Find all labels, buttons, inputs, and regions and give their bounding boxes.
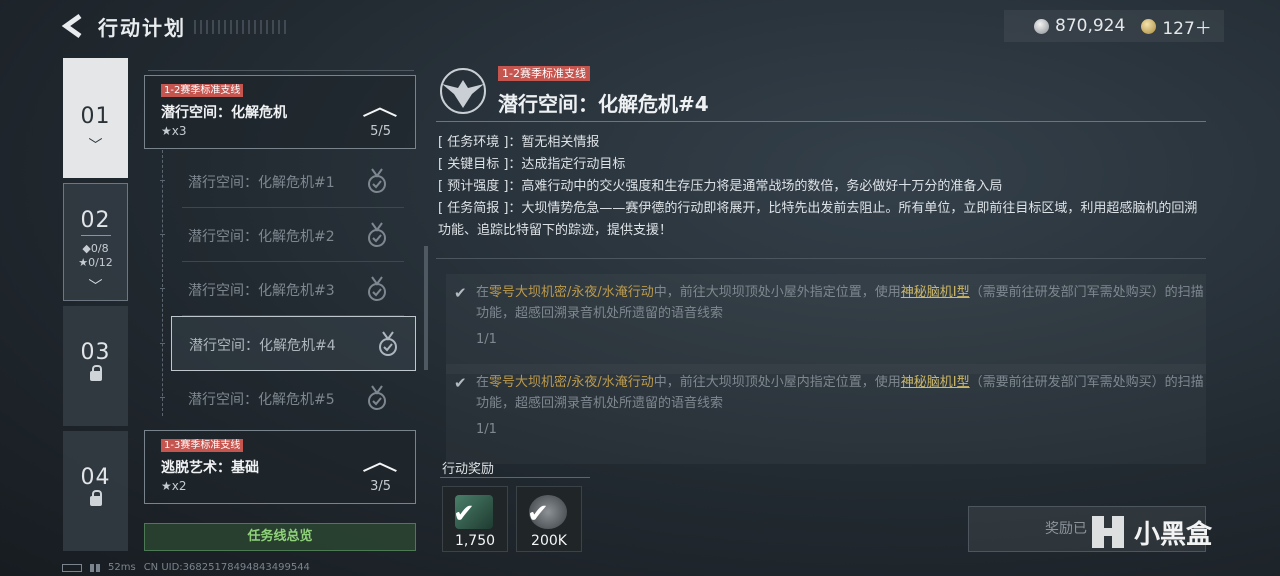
mission-item[interactable]: 潜行空间：化解危机#1	[182, 154, 404, 208]
group-name: 逃脱艺术：基础	[161, 460, 259, 476]
chapter-number: 01	[80, 104, 111, 129]
lock-icon	[89, 365, 102, 381]
info-row: [ 任务简报 ]：大坝情势危急——赛伊德的行动即将展开，比特先出发前去阻止。所有…	[438, 201, 1198, 238]
objective-item: ✔ 在零号大坝机密/永夜/水淹行动中，前往大坝坝顶处小屋外指定位置，使用神秘脑机…	[446, 274, 1206, 374]
tree-node	[160, 288, 165, 289]
medal-check-icon	[368, 276, 386, 301]
info-row: [ 任务环境 ]：暂无相关情报	[438, 135, 600, 150]
diamond-progress: ◆0/8	[82, 242, 109, 255]
group-stars: ★x3	[161, 124, 187, 138]
chevron-up-icon[interactable]: ︿	[362, 441, 398, 478]
mission-group-header[interactable]: 1-3赛季标准支线 逃脱艺术：基础 ★x2 3/5 ︿	[144, 430, 416, 504]
currency-bar: 870,924 127＋	[1004, 10, 1224, 42]
reward-label: 行动奖励	[442, 462, 495, 477]
divider	[440, 477, 590, 478]
season-tag: 1-2赛季标准支线	[161, 84, 244, 97]
chapter-tab-04[interactable]: 04	[63, 431, 128, 551]
objective-text: 在零号大坝机密/永夜/水淹行动中，前往大坝坝顶处小屋外指定位置，使用神秘脑机Ⅰ型…	[476, 285, 1204, 321]
reward-amount: 200K	[531, 533, 567, 549]
back-arrow-icon[interactable]	[60, 12, 86, 40]
mission-item[interactable]: 潜行空间：化解危机#2	[182, 208, 404, 262]
mission-label: 潜行空间：化解危机#2	[188, 229, 335, 245]
page-title: 行动计划	[98, 16, 186, 40]
mission-item-selected[interactable]: 潜行空间：化解危机#4	[171, 316, 416, 371]
chapter-number: 04	[80, 465, 111, 490]
star-progress: ★0/12	[78, 256, 113, 269]
mission-overview-button[interactable]: 任务线总览	[144, 523, 416, 551]
claimed-check-icon: ✔	[527, 499, 549, 529]
chapter-number: 02	[80, 208, 111, 236]
objective-text: 在零号大坝机密/永夜/水淹行动中，前往大坝坝顶处小屋内指定位置，使用神秘脑机Ⅰ型…	[476, 375, 1204, 411]
medal-check-icon	[368, 385, 386, 410]
divider	[436, 258, 1206, 259]
group-progress: 3/5	[370, 479, 391, 494]
divider	[148, 70, 414, 71]
medal-check-icon	[368, 168, 386, 193]
objective-progress: 1/1	[476, 422, 497, 437]
season-tag: 1-2赛季标准支线	[498, 66, 590, 81]
chapter-tab-01[interactable]: 01 ﹀	[63, 58, 128, 178]
mission-item[interactable]: 潜行空间：化解危机#5	[182, 371, 404, 425]
divider	[436, 121, 1206, 122]
tree-node	[160, 234, 165, 235]
claimed-check-icon: ✔	[453, 499, 475, 529]
chevron-up-icon[interactable]: ︿	[362, 86, 398, 123]
chevron-down-icon: ﹀	[88, 279, 103, 295]
mission-label: 潜行空间：化解危机#4	[189, 338, 336, 354]
signal-icon	[90, 563, 100, 572]
reward-item[interactable]: ✔ 1,750	[442, 486, 508, 552]
gold-coin-amount[interactable]: 127＋	[1162, 14, 1211, 39]
chapter-tab-02[interactable]: 02 ◆0/8 ★0/12 ﹀	[63, 183, 128, 301]
medal-check-icon	[368, 222, 386, 247]
mission-label: 潜行空间：化解危机#5	[188, 392, 335, 408]
silver-coin-icon	[1034, 18, 1049, 34]
season-tag: 1-3赛季标准支线	[161, 439, 244, 452]
mission-title: 潜行空间：化解危机#4	[498, 92, 709, 116]
watermark: 小黑盒	[1088, 512, 1212, 552]
mission-item[interactable]: 潜行空间：化解危机#3	[182, 262, 404, 316]
lock-icon	[89, 490, 102, 506]
scrollbar[interactable]	[424, 246, 428, 370]
mission-label: 潜行空间：化解危机#3	[188, 283, 335, 299]
tree-node	[160, 397, 165, 398]
user-uid: CN UID:36825178494843499544	[143, 562, 310, 573]
chapter-number: 03	[80, 340, 111, 365]
mission-label: 潜行空间：化解危机#1	[188, 175, 335, 191]
battery-icon	[62, 563, 82, 572]
tree-node	[160, 343, 165, 344]
ping-value: 52ms	[108, 562, 136, 573]
group-name: 潜行空间：化解危机	[161, 105, 287, 121]
info-row: [ 关键目标 ]：达成指定行动目标	[438, 157, 626, 172]
eagle-emblem-icon	[440, 68, 486, 114]
info-row: [ 预计强度 ]：高难行动中的交火强度和生存压力将是通常战场的数倍，务必做好十万…	[438, 179, 1003, 194]
mission-info: [ 任务环境 ]：暂无相关情报 [ 关键目标 ]：达成指定行动目标 [ 预计强度…	[438, 132, 1208, 242]
heybox-logo-icon	[1092, 516, 1124, 548]
reward-item[interactable]: ✔ 200K	[516, 486, 582, 552]
checkmark-icon: ✔	[454, 374, 467, 392]
reward-amount: 1,750	[454, 533, 496, 549]
chapter-tab-03[interactable]: 03	[63, 306, 128, 426]
chevron-down-icon: ﹀	[88, 138, 103, 154]
status-bar: 52ms CN UID:36825178494843499544	[62, 562, 310, 573]
silver-coin-amount: 870,924	[1055, 16, 1126, 36]
gold-coin-icon	[1141, 18, 1157, 34]
objective-progress: 1/1	[476, 332, 497, 347]
checkmark-icon: ✔	[454, 284, 467, 302]
group-stars: ★x2	[161, 479, 187, 493]
tree-connector	[162, 150, 163, 416]
group-progress: 5/5	[370, 124, 391, 139]
mission-group-header[interactable]: 1-2赛季标准支线 潜行空间：化解危机 ★x3 5/5 ︿	[144, 75, 416, 149]
medal-check-icon	[379, 331, 397, 356]
tree-node	[160, 180, 165, 181]
objective-item: ✔ 在零号大坝机密/永夜/水淹行动中，前往大坝坝顶处小屋内指定位置，使用神秘脑机…	[446, 364, 1206, 464]
title-decoration	[194, 20, 290, 34]
